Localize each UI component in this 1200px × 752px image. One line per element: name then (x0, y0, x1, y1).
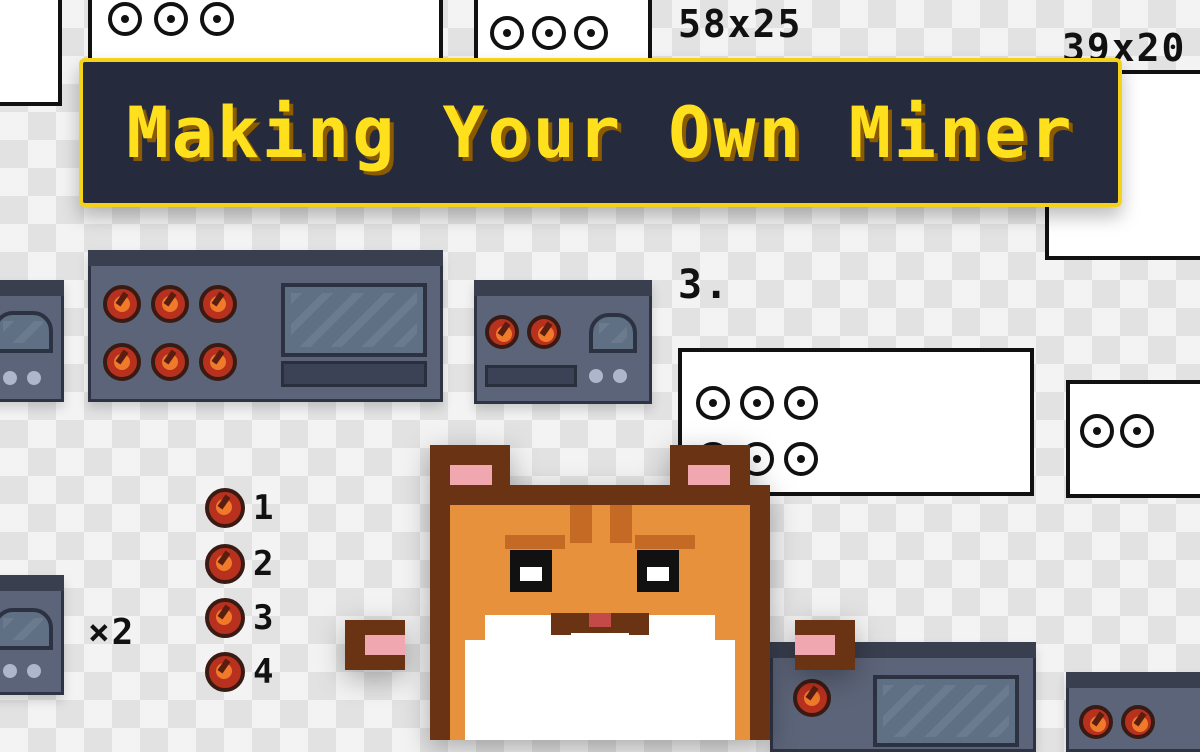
size-label-58x25: 58x25 (678, 2, 803, 46)
legend-item: 4 (205, 652, 273, 692)
legend-number: 4 (253, 652, 274, 692)
miner-machine-bottom-left (0, 575, 64, 695)
hamster-mascot (345, 445, 855, 740)
knob-icon (205, 544, 245, 584)
knob-icon (205, 598, 245, 638)
legend-number: 3 (253, 598, 274, 638)
sketch-top-left (0, 0, 62, 106)
legend-number: 2 (253, 544, 274, 584)
title-banner: Making Your Own Miner (79, 58, 1122, 207)
miner-machine-bottom-right (1066, 672, 1200, 752)
miner-machine-left-edge (0, 280, 64, 402)
legend-number: 1 (253, 488, 274, 528)
legend-item: 3 (205, 598, 273, 638)
knob-icon (205, 488, 245, 528)
miner-machine-two-knob (474, 280, 652, 404)
knob-icon (205, 652, 245, 692)
miner-machine-six-knob (88, 250, 443, 402)
legend-item: 2 (205, 544, 273, 584)
legend-item: 1 (205, 488, 273, 528)
step-label: 3. (678, 262, 731, 308)
sketch-far-right (1066, 380, 1200, 498)
multiplier-label: ×2 (88, 612, 136, 653)
page-title: Making Your Own Miner (126, 91, 1075, 174)
